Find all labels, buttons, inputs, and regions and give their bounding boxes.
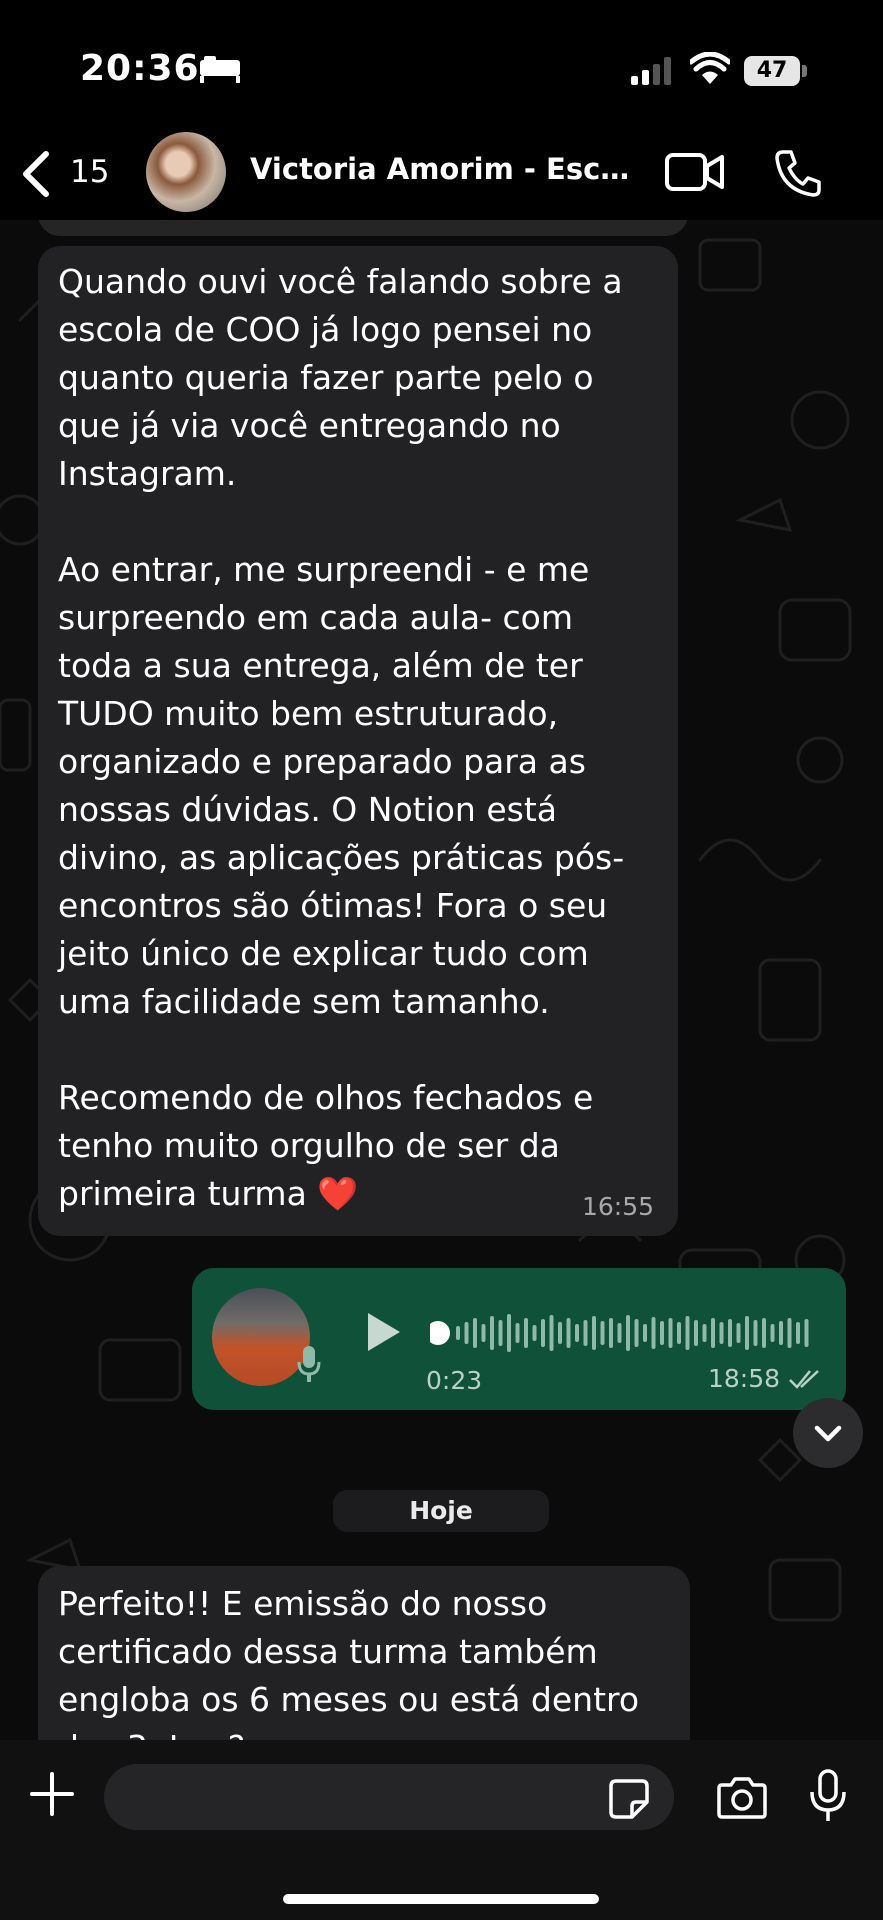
waveform-bar — [694, 1320, 698, 1346]
waveform-bar — [702, 1324, 707, 1342]
message-text: Perfeito!! E emissão do nosso certificad… — [58, 1584, 640, 1740]
waveform-bar — [507, 1314, 511, 1352]
chevron-down-icon — [814, 1425, 842, 1442]
waveform-bar — [796, 1322, 800, 1344]
waveform-bar — [711, 1318, 715, 1348]
waveform-bar — [770, 1324, 775, 1342]
waveform-bar — [685, 1316, 690, 1350]
date-separator: Hoje — [333, 1490, 549, 1532]
waveform-bar — [753, 1320, 758, 1346]
message-text: Quando ouvi você falando sobre a escola … — [58, 262, 625, 1213]
outgoing-voice-message[interactable]: 0:23 18:58 — [192, 1268, 846, 1410]
contact-name[interactable]: Victoria Amorim - Escola de COO — [250, 152, 645, 186]
message-time: 18:58 — [708, 1364, 781, 1393]
status-bar: 20:36 47 — [0, 0, 883, 130]
sleep-mode-icon — [200, 56, 240, 83]
waveform-bar — [719, 1322, 724, 1344]
contact-avatar[interactable] — [146, 132, 226, 212]
waveform-bar — [464, 1322, 469, 1344]
cellular-signal-icon — [631, 57, 671, 85]
message-time: 16:55 — [582, 1192, 655, 1221]
waveform-bar — [660, 1321, 664, 1345]
waveform-bar — [515, 1323, 520, 1343]
waveform-bar — [490, 1316, 494, 1350]
waveform-bar — [473, 1318, 477, 1348]
chat-messages[interactable]: Quando ouvi você falando sobre a escola … — [0, 220, 883, 1740]
waveform-bar — [566, 1318, 571, 1348]
waveform-bar — [532, 1325, 537, 1341]
waveform-bar — [617, 1323, 622, 1343]
phone-call-icon[interactable] — [773, 148, 823, 198]
sticker-icon[interactable] — [608, 1778, 650, 1820]
mic-icon[interactable] — [808, 1768, 848, 1824]
voice-duration: 0:23 — [426, 1366, 483, 1395]
message-input[interactable] — [104, 1764, 674, 1830]
battery-tip — [802, 65, 807, 77]
waveform-bar — [787, 1318, 792, 1348]
status-time: 20:36 — [80, 48, 200, 89]
waveform-bar — [651, 1317, 656, 1349]
incoming-message[interactable]: Quando ouvi você falando sobre a escola … — [38, 246, 678, 1236]
waveform-bar — [575, 1324, 579, 1342]
unread-count[interactable]: 15 — [70, 154, 109, 190]
back-icon[interactable] — [18, 150, 54, 198]
waveform-bar — [779, 1321, 783, 1345]
waveform-bar — [592, 1316, 596, 1350]
waveform-bar — [524, 1318, 528, 1348]
waveform-bar — [498, 1320, 503, 1346]
previous-message-bubble — [38, 220, 688, 236]
read-ticks-icon — [789, 1370, 819, 1389]
waveform-bar — [745, 1316, 749, 1350]
home-indicator — [283, 1894, 599, 1904]
incoming-message[interactable]: Perfeito!! E emissão do nosso certificad… — [38, 1566, 690, 1740]
waveform-bar — [804, 1319, 809, 1347]
message-composer — [0, 1740, 883, 1920]
wifi-icon — [690, 52, 730, 84]
plus-icon[interactable] — [28, 1770, 76, 1818]
waveform-bar — [583, 1320, 588, 1346]
waveform-bar — [456, 1326, 460, 1340]
waveform-bar — [549, 1315, 554, 1351]
waveform-bar — [634, 1319, 639, 1347]
play-icon[interactable] — [364, 1310, 404, 1354]
waveform-bar — [762, 1318, 766, 1348]
video-call-icon[interactable] — [664, 150, 726, 194]
camera-icon[interactable] — [715, 1776, 769, 1820]
scroll-to-bottom-button[interactable] — [793, 1398, 863, 1468]
waveform-bar — [736, 1323, 741, 1343]
waveform-bar — [558, 1322, 562, 1344]
waveform-bar — [668, 1318, 673, 1348]
voice-mic-icon — [297, 1346, 321, 1382]
waveform-bar — [643, 1324, 647, 1342]
battery-indicator: 47 — [744, 56, 800, 86]
voice-waveform[interactable] — [430, 1308, 820, 1358]
waveform-bar — [481, 1324, 486, 1342]
waveform-bar — [728, 1319, 732, 1347]
waveform-bar — [541, 1319, 545, 1347]
waveform-bar — [609, 1318, 613, 1348]
waveform-bar — [626, 1315, 630, 1351]
waveform-bar — [600, 1321, 605, 1345]
chat-header: 15 Victoria Amorim - Escola de COO — [0, 130, 883, 220]
waveform-bar — [677, 1322, 681, 1344]
